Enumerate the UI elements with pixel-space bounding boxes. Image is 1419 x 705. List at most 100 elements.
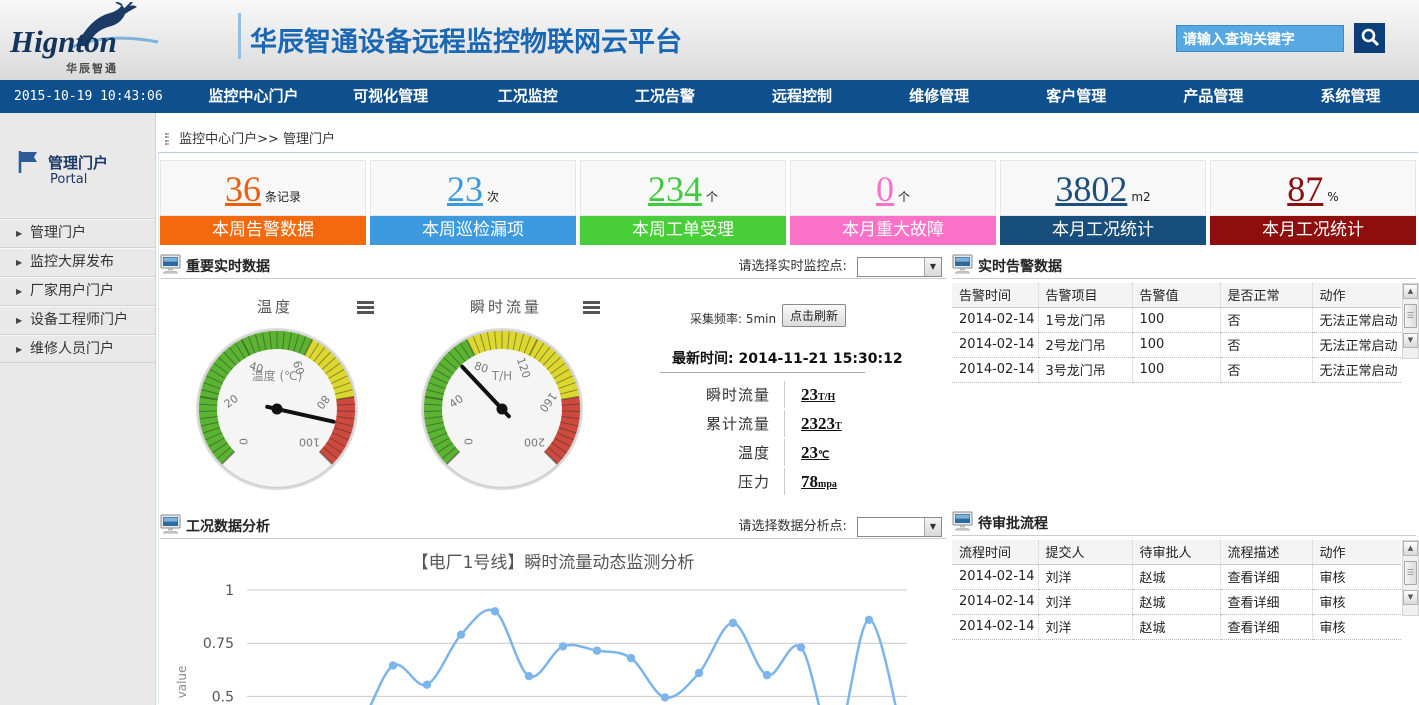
main-navbar: 2015-10-19 10:43:06 监控中心门户 可视化管理 工况监控 工况…	[0, 80, 1419, 113]
sidebar-item-engineer-portal[interactable]: ▶设备工程师门户	[0, 305, 155, 334]
scroll-up-icon[interactable]: ▲	[1403, 284, 1418, 299]
approval-table-scrollbar[interactable]: ▲ ☰ ▼	[1402, 540, 1419, 616]
latest-time: 最新时间: 2014-11-21 15:30:12	[672, 348, 903, 368]
chart-context-menu-icon[interactable]	[357, 301, 374, 314]
table-cell[interactable]: 查看详细	[1220, 614, 1312, 639]
sidebar-item-vendor-portal[interactable]: ▶ 厂家用户门户	[0, 276, 155, 305]
table-cell: 3号龙门吊	[1038, 357, 1132, 382]
sidebar-item-big-screen[interactable]: ▶监控大屏发布	[0, 247, 155, 276]
stat-card-monthly-failures: 0个 本月重大故障	[790, 160, 996, 245]
stat-label[interactable]: 本月工况统计	[1000, 216, 1206, 245]
stat-label[interactable]: 本周工单受理	[580, 216, 786, 245]
stat-label[interactable]: 本月重大故障	[790, 216, 996, 245]
column-header: 告警时间	[952, 283, 1038, 307]
sidebar-item-repair-portal[interactable]: ▶维修人员门户	[0, 334, 155, 363]
column-header: 动作	[1312, 283, 1401, 307]
breadcrumb-text: 监控中心门户>> 管理门户	[179, 132, 335, 147]
table-cell[interactable]: 查看详细	[1220, 589, 1312, 614]
table-cell: 2014-02-14	[952, 307, 1038, 332]
gauge-tick-label: 200	[524, 436, 545, 449]
nav-item-visualization[interactable]: 可视化管理	[322, 80, 459, 113]
gauge-tick-label: 0	[237, 438, 250, 445]
stat-label[interactable]: 本周告警数据	[160, 216, 366, 245]
data-point-marker	[525, 672, 533, 680]
column-header: 告警项目	[1038, 283, 1132, 307]
metric-row: 压力 78mpa	[658, 467, 842, 496]
table-cell[interactable]: 审核	[1312, 564, 1401, 589]
sidebar-item-admin-portal[interactable]: ▶管理门户	[0, 218, 155, 247]
table-cell: 2014-02-14	[952, 614, 1038, 639]
stat-unit: 条记录	[265, 190, 301, 204]
sidebar-item-label: 厂家用户门户	[30, 283, 114, 299]
chart-context-menu-icon[interactable]	[583, 301, 600, 314]
gauge-hub	[497, 404, 508, 415]
stat-label[interactable]: 本月工况统计	[1210, 216, 1416, 245]
nav-item-customer[interactable]: 客户管理	[1008, 80, 1145, 113]
nav-item-remote-control[interactable]: 远程控制	[733, 80, 870, 113]
latest-time-value: 2014-11-21 15:30:12	[738, 351, 902, 367]
stat-label[interactable]: 本周巡检漏项	[370, 216, 576, 245]
gauge-title-temperature: 温度	[257, 296, 293, 317]
page-title: 华辰智通设备远程监控物联网云平台	[250, 20, 682, 59]
nav-item-condition-monitor[interactable]: 工况监控	[459, 80, 596, 113]
metric-value: 23℃	[801, 443, 829, 463]
column-header: 流程时间	[952, 540, 1038, 564]
flag-icon	[16, 149, 42, 175]
nav-item-maintenance[interactable]: 维修管理	[871, 80, 1008, 113]
stat-value[interactable]: 23	[447, 169, 483, 209]
stat-value[interactable]: 87	[1287, 169, 1323, 209]
scrollbar-thumb[interactable]: ☰	[1404, 304, 1417, 328]
stat-unit: 次	[487, 190, 499, 204]
analysis-point-select[interactable]: ▼	[857, 517, 942, 537]
scrollbar-thumb[interactable]: ☰	[1404, 561, 1417, 585]
alarm-panel-header: 实时告警数据	[952, 252, 1416, 279]
table-cell: 2014-02-14	[952, 332, 1038, 357]
stat-value[interactable]: 0	[876, 169, 894, 209]
flow-analysis-line-chart: 10.750.5value	[162, 572, 922, 705]
table-row: 2014-02-14刘洋赵城查看详细审核	[952, 564, 1401, 589]
stat-value[interactable]: 234	[648, 169, 702, 209]
chart-title: 【电厂1号线】瞬时流量动态监测分析	[160, 548, 946, 573]
table-cell: 100	[1132, 307, 1220, 332]
table-cell[interactable]: 查看详细	[1220, 564, 1312, 589]
table-cell[interactable]: 无法正常启动	[1312, 307, 1401, 332]
table-cell[interactable]: 审核	[1312, 614, 1401, 639]
refresh-button[interactable]: 点击刷新	[782, 304, 846, 327]
metric-row: 累计流量 2323T	[658, 409, 842, 438]
column-header: 告警值	[1132, 283, 1220, 307]
realtime-panel-body: 温度 瞬时流量 020406080100温度 (℃) 0408012016020…	[160, 252, 946, 512]
table-cell: 2号龙门吊	[1038, 332, 1132, 357]
search-bar	[1176, 23, 1385, 53]
dropdown-arrow-icon[interactable]: ▼	[924, 518, 941, 536]
scroll-down-icon[interactable]: ▼	[1403, 333, 1418, 348]
sidebar-item-label: 管理门户	[30, 225, 86, 241]
sidebar-item-label: 监控大屏发布	[30, 254, 114, 270]
table-row: 2014-02-142号龙门吊100否无法正常启动	[952, 332, 1401, 357]
table-row: 2014-02-14刘洋赵城查看详细审核	[952, 614, 1401, 639]
table-cell: 2014-02-14	[952, 589, 1038, 614]
column-header: 待审批人	[1132, 540, 1220, 564]
data-point-marker	[865, 616, 873, 624]
datetime-display: 2015-10-19 10:43:06	[0, 80, 185, 113]
gauge-unit-label: T/H	[491, 369, 512, 383]
nav-item-condition-alarm[interactable]: 工况告警	[596, 80, 733, 113]
nav-item-product[interactable]: 产品管理	[1145, 80, 1282, 113]
metrics-list: 瞬时流量 23T/H 累计流量 2323T 温度 23℃ 压力	[658, 380, 842, 496]
alarm-table-scrollbar[interactable]: ▲ ☰ ▼	[1402, 283, 1419, 359]
y-tick-label: 0.5	[212, 689, 234, 705]
search-input[interactable]	[1176, 25, 1344, 52]
nav-item-system[interactable]: 系统管理	[1282, 80, 1419, 113]
stat-value[interactable]: 36	[225, 169, 261, 209]
data-point-marker	[729, 619, 737, 627]
table-cell[interactable]: 无法正常启动	[1312, 332, 1401, 357]
triangle-bullet-icon: ▶	[16, 277, 22, 306]
search-button[interactable]	[1354, 23, 1385, 53]
scroll-up-icon[interactable]: ▲	[1403, 541, 1418, 556]
table-cell[interactable]: 审核	[1312, 589, 1401, 614]
gauge-tick-label: 100	[299, 436, 320, 449]
scroll-down-icon[interactable]: ▼	[1403, 590, 1418, 605]
stat-card-weekly-alarms: 36 条记录 本周告警数据	[160, 160, 366, 245]
stat-value[interactable]: 3802	[1055, 169, 1127, 209]
nav-item-monitor-center-portal[interactable]: 监控中心门户	[185, 80, 322, 113]
table-cell[interactable]: 无法正常启动	[1312, 357, 1401, 382]
